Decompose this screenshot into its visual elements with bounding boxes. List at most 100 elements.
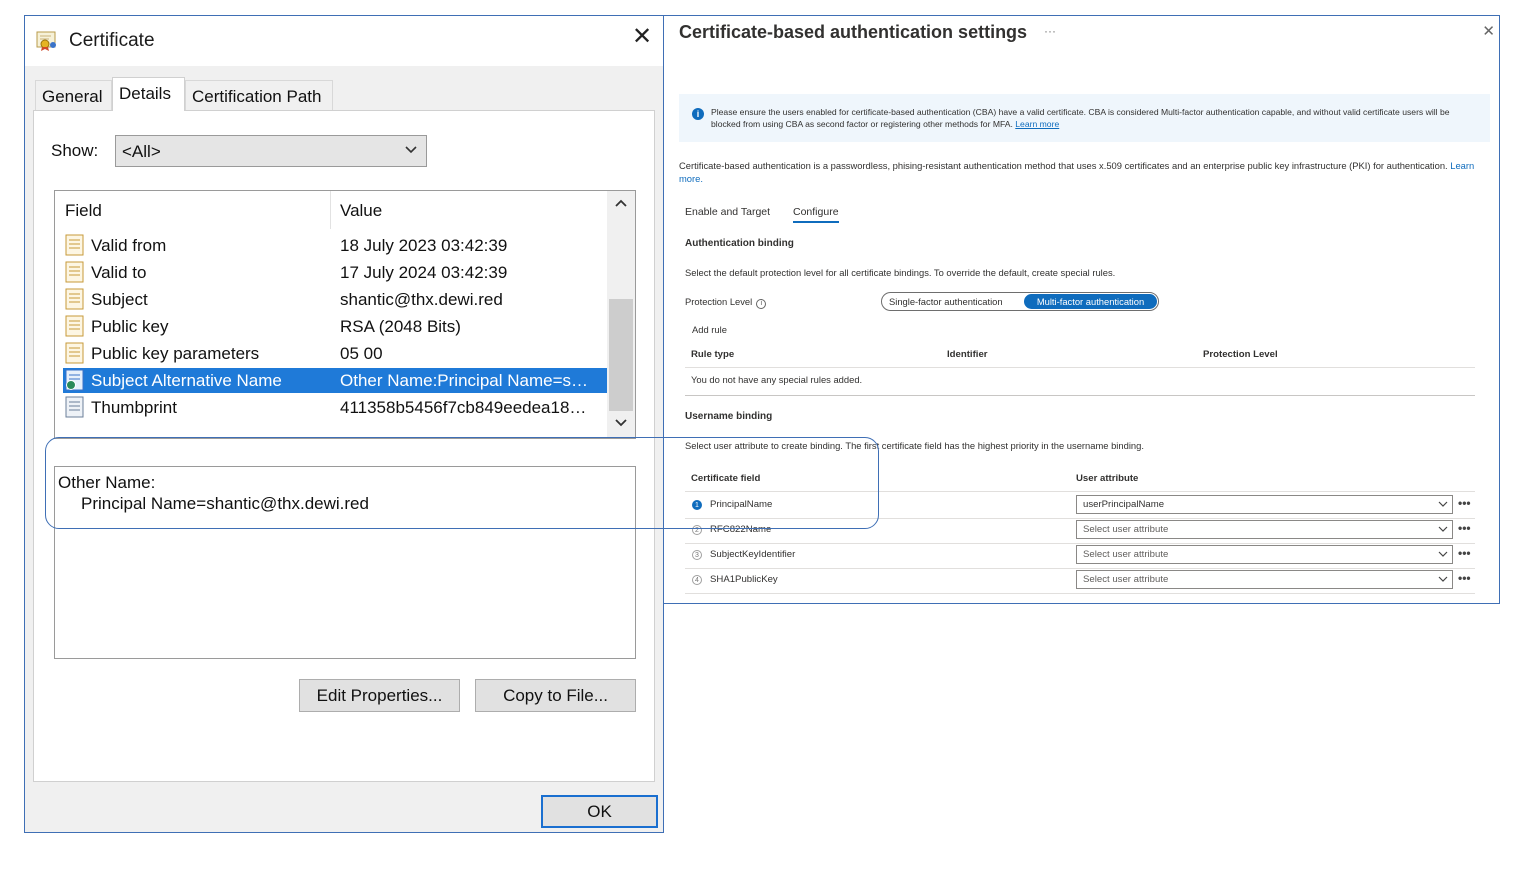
cba-settings-panel: Certificate-based authentication setting… — [663, 15, 1500, 604]
chevron-down-icon[interactable] — [614, 417, 628, 429]
field-name: Thumbprint — [91, 398, 177, 417]
field-value: 411358b5456f7cb849eedea18… — [340, 398, 587, 417]
priority-badge: 4 — [692, 575, 702, 585]
dropdown-placeholder: Select user attribute — [1083, 524, 1169, 535]
description-text: Certificate-based authentication is a pa… — [679, 160, 1448, 171]
row-more-icon[interactable]: ••• — [1458, 571, 1471, 585]
user-attribute-dropdown[interactable]: Select user attribute — [1076, 545, 1453, 564]
binding-row-rfc822name: 2 RFC822Name Select user attribute ••• — [691, 518, 1475, 543]
column-divider[interactable] — [330, 191, 331, 229]
priority-badge: 1 — [692, 500, 702, 510]
add-rule-link[interactable]: Add rule — [692, 324, 727, 335]
details-panel: Show: <All> Field Value Valid from 18 Ju… — [33, 110, 655, 782]
field-name: Public key parameters — [91, 344, 260, 363]
protection-level-text: Protection Level — [685, 296, 753, 307]
field-row-public-key[interactable]: Public key RSA (2048 Bits) — [63, 314, 607, 339]
field-name: Valid from — [91, 236, 167, 255]
field-row-public-key-parameters[interactable]: Public key parameters 05 00 — [63, 341, 607, 366]
binding-row-principalname: 1 PrincipalName userPrincipalName ••• — [691, 493, 1475, 518]
scroll-thumb[interactable] — [609, 299, 633, 411]
edit-properties-button[interactable]: Edit Properties... — [299, 679, 460, 712]
row-divider — [685, 593, 1475, 594]
tab-enable-and-target[interactable]: Enable and Target — [685, 206, 770, 218]
field-value: 18 July 2023 03:42:39 — [340, 236, 508, 255]
column-header-field[interactable]: Field — [65, 201, 102, 221]
list-scrollbar[interactable] — [607, 191, 635, 438]
certificate-field-name: PrincipalName — [710, 499, 773, 510]
field-row-thumbprint[interactable]: Thumbprint 411358b5456f7cb849eedea18… — [63, 395, 607, 420]
close-icon[interactable]: ✕ — [629, 24, 655, 50]
column-header-user-attribute: User attribute — [1076, 473, 1139, 484]
section-divider — [685, 395, 1475, 396]
certificate-field-icon — [65, 315, 84, 337]
info-icon[interactable]: i — [756, 299, 767, 309]
certificate-field-name: SHA1PublicKey — [710, 574, 778, 585]
field-name: Public key — [91, 317, 169, 336]
user-attribute-dropdown[interactable]: userPrincipalName — [1076, 495, 1453, 514]
certificate-field-icon — [65, 234, 84, 256]
copy-to-file-button[interactable]: Copy to File... — [475, 679, 636, 712]
username-binding-description: Select user attribute to create binding.… — [685, 440, 1144, 451]
priority-badge: 3 — [692, 550, 702, 560]
info-text: Please ensure the users enabled for cert… — [711, 107, 1450, 129]
column-header-value[interactable]: Value — [340, 201, 382, 221]
certificate-titlebar: Certificate ✕ — [25, 16, 663, 66]
ok-button[interactable]: OK — [541, 795, 658, 828]
username-binding-heading: Username binding — [685, 411, 773, 422]
info-banner: i Please ensure the users enabled for ce… — [679, 94, 1490, 142]
tab-details[interactable]: Details — [112, 77, 185, 111]
row-more-icon[interactable]: ••• — [1458, 546, 1471, 560]
field-value: Other Name:Principal Name=s… — [340, 371, 589, 390]
panel-title: Certificate-based authentication setting… — [679, 22, 1028, 42]
protection-level-label: Protection Level i — [685, 296, 767, 309]
tab-configure[interactable]: Configure — [793, 206, 839, 223]
field-name: Subject Alternative Name — [91, 371, 282, 390]
chevron-down-icon — [1438, 576, 1448, 582]
authentication-binding-description: Select the default protection level for … — [685, 267, 1116, 278]
chevron-down-icon — [405, 146, 417, 154]
column-header-certificate-field: Certificate field — [691, 473, 761, 484]
priority-badge: 2 — [692, 525, 702, 535]
column-header-identifier: Identifier — [947, 349, 988, 360]
chevron-down-icon — [1438, 501, 1448, 507]
dropdown-placeholder: Select user attribute — [1083, 574, 1169, 585]
empty-rules-message: You do not have any special rules added. — [691, 374, 863, 385]
show-label: Show: — [51, 141, 99, 160]
user-attribute-dropdown[interactable]: Select user attribute — [1076, 520, 1453, 539]
field-row-subject-alternative-name[interactable]: Subject Alternative Name Other Name:Prin… — [63, 368, 607, 393]
show-select[interactable]: <All> — [115, 135, 427, 167]
field-value: RSA (2048 Bits) — [340, 317, 461, 336]
dropdown-placeholder: Select user attribute — [1083, 549, 1169, 560]
certificate-field-icon — [65, 288, 84, 310]
field-row-subject[interactable]: Subject shantic@thx.dewi.red — [63, 287, 607, 312]
user-attribute-dropdown[interactable]: Select user attribute — [1076, 570, 1453, 589]
certificate-icon — [36, 31, 56, 51]
chevron-up-icon[interactable] — [614, 197, 628, 209]
table-divider — [685, 367, 1475, 368]
column-header-protection-level: Protection Level — [1203, 349, 1278, 360]
description: Certificate-based authentication is a pa… — [679, 159, 1479, 185]
field-row-valid-from[interactable]: Valid from 18 July 2023 03:42:39 — [63, 233, 607, 258]
certificate-field-name: SubjectKeyIdentifier — [710, 549, 796, 560]
list-header: Field Value — [55, 191, 607, 229]
row-more-icon[interactable]: ••• — [1458, 496, 1471, 510]
protection-level-toggle[interactable]: Single-factor authentication Multi-facto… — [881, 292, 1159, 311]
certificate-dialog: Certificate ✕ General Details Certificat… — [24, 15, 664, 833]
detail-line-2: Principal Name=shantic@thx.dewi.red — [81, 494, 369, 513]
tab-certification-path[interactable]: Certification Path — [185, 80, 333, 110]
field-list[interactable]: Field Value Valid from 18 July 2023 03:4… — [54, 190, 636, 439]
learn-more-link[interactable]: Learn more — [1015, 119, 1059, 129]
field-detail-box[interactable]: Other Name: Principal Name=shantic@thx.d… — [54, 466, 636, 659]
close-icon[interactable]: ✕ — [1482, 22, 1495, 40]
single-factor-option[interactable]: Single-factor authentication — [889, 296, 1003, 307]
field-row-valid-to[interactable]: Valid to 17 July 2024 03:42:39 — [63, 260, 607, 285]
multi-factor-option[interactable]: Multi-factor authentication — [1024, 294, 1157, 309]
row-more-icon[interactable]: ••• — [1458, 521, 1471, 535]
tab-general[interactable]: General — [35, 80, 112, 110]
certificate-field-name: RFC822Name — [710, 524, 772, 535]
field-name: Valid to — [91, 263, 147, 282]
dialog-title: Certificate — [69, 30, 155, 51]
show-select-value: <All> — [122, 142, 161, 161]
certificate-field-icon — [65, 342, 84, 364]
more-options-icon[interactable]: ··· — [1044, 24, 1056, 38]
